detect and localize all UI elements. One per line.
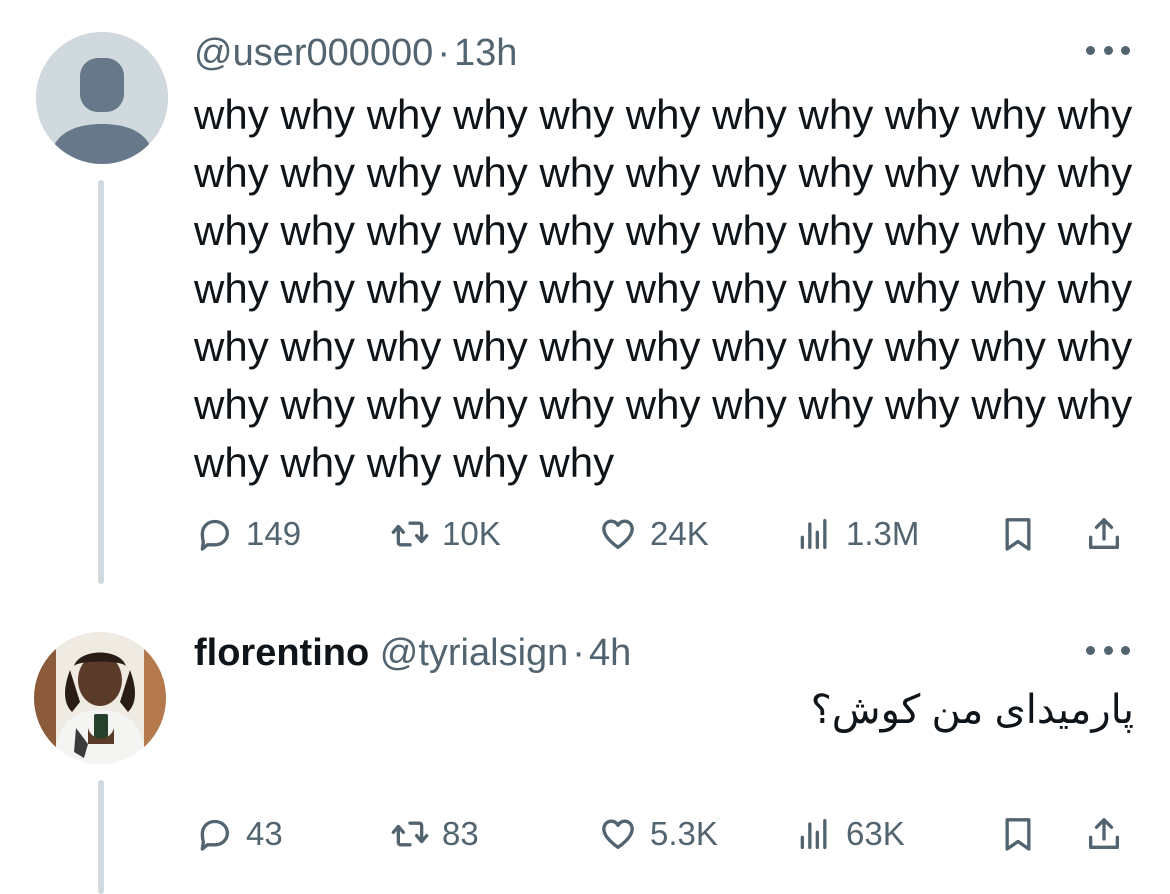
action-bar: 149 10K 24K 1.3M xyxy=(194,510,1134,558)
retweet-icon xyxy=(391,821,429,847)
tweet[interactable]: @user000000 · 13h why why why why why why … xyxy=(0,0,1170,600)
reply-count: 149 xyxy=(246,515,302,552)
views-count: 63K xyxy=(846,815,905,852)
thread-line xyxy=(98,180,104,584)
share-icon xyxy=(1089,818,1119,849)
retweet-icon xyxy=(391,521,429,547)
retweet-count: 83 xyxy=(442,815,479,852)
share-button[interactable] xyxy=(1084,810,1124,858)
like-icon xyxy=(602,819,634,849)
views-button[interactable]: 1.3M xyxy=(794,510,919,558)
reply-button[interactable]: 149 xyxy=(194,510,301,558)
tweet-header: florentino @tyrialsign · 4h xyxy=(194,630,631,676)
bookmark-icon xyxy=(1005,518,1031,551)
like-button[interactable]: 5.3K xyxy=(598,810,718,858)
views-icon xyxy=(800,519,827,549)
tweet-header: @user000000 · 13h xyxy=(194,30,517,76)
reply-button[interactable]: 43 xyxy=(194,810,283,858)
retweet-button[interactable]: 10K xyxy=(390,510,501,558)
user-handle[interactable]: @tyrialsign xyxy=(380,632,569,674)
reply-icon xyxy=(200,819,229,851)
share-button[interactable] xyxy=(1084,510,1124,558)
like-count: 24K xyxy=(650,515,709,552)
bookmark-button[interactable] xyxy=(998,810,1038,858)
more-icon[interactable] xyxy=(1086,38,1130,62)
bookmark-button[interactable] xyxy=(998,510,1038,558)
default-avatar[interactable] xyxy=(36,32,168,164)
more-icon[interactable] xyxy=(1086,638,1130,662)
action-bar: 43 83 5.3K 63K xyxy=(194,810,1134,858)
display-name[interactable]: florentino xyxy=(194,632,369,674)
views-button[interactable]: 63K xyxy=(794,810,905,858)
tweet-text: پارمیدای من کوش؟ xyxy=(810,688,1134,732)
views-count: 1.3M xyxy=(846,515,920,552)
reply-count: 43 xyxy=(246,815,283,852)
timestamp[interactable]: 4h xyxy=(589,632,631,674)
bookmark-icon xyxy=(1005,818,1031,851)
tweet-text: why why why why why why why why why why … xyxy=(194,91,1133,486)
thread-line xyxy=(98,780,104,894)
views-icon xyxy=(800,819,827,849)
retweet-button[interactable]: 83 xyxy=(390,810,479,858)
like-button[interactable]: 24K xyxy=(598,510,709,558)
like-icon xyxy=(602,519,634,549)
retweet-count: 10K xyxy=(442,515,501,552)
photo-avatar[interactable] xyxy=(34,632,166,764)
like-count: 5.3K xyxy=(650,815,718,852)
tweet[interactable]: florentino @tyrialsign · 4h پارمیدای من کو… xyxy=(0,600,1170,894)
separator-dot: · xyxy=(437,32,450,74)
separator-dot: · xyxy=(572,632,585,674)
timestamp[interactable]: 13h xyxy=(454,32,517,74)
reply-icon xyxy=(200,519,229,551)
user-handle[interactable]: @user000000 xyxy=(194,32,433,74)
share-icon xyxy=(1089,518,1119,549)
